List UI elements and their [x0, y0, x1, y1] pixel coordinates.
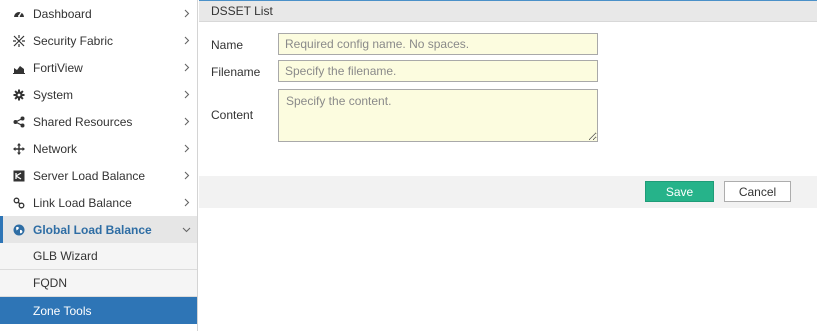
sidebar-item-label: System	[33, 87, 74, 102]
sidebar-item-label: Shared Resources	[33, 114, 133, 129]
form-footer: Save Cancel	[199, 176, 817, 208]
sidebar-item-global-load-balance[interactable]: Global Load Balance	[0, 216, 197, 243]
sidebar-item-system[interactable]: System	[0, 81, 197, 108]
security-fabric-icon	[12, 34, 25, 47]
fortiview-chart-icon	[12, 61, 25, 74]
arrows-move-icon	[12, 142, 25, 155]
sidebar-item-label: Security Fabric	[33, 33, 114, 48]
sidebar-item-dashboard[interactable]: Dashboard	[0, 0, 197, 27]
cancel-button[interactable]: Cancel	[724, 181, 791, 202]
sidebar-item-label: Server Load Balance	[33, 168, 146, 183]
chevron-right-icon	[182, 90, 191, 99]
sidebar-item-fortiview[interactable]: FortiView	[0, 54, 197, 81]
share-icon	[12, 115, 25, 128]
sidebar-item-label: Link Load Balance	[33, 195, 132, 210]
chevron-right-icon	[182, 9, 191, 18]
sidebar-item-server-load-balance[interactable]: Server Load Balance	[0, 162, 197, 189]
sidebar-item-shared-resources[interactable]: Shared Resources	[0, 108, 197, 135]
page-title: DSSET List	[211, 4, 273, 18]
sidebar-item-security-fabric[interactable]: Security Fabric	[0, 27, 197, 54]
chevron-right-icon	[182, 63, 191, 72]
chevron-right-icon	[182, 117, 191, 126]
server-load-balance-icon	[12, 169, 25, 182]
chevron-right-icon	[182, 36, 191, 45]
sidebar-subitem-label: FQDN	[33, 276, 67, 290]
sidebar-subitem-label: GLB Wizard	[33, 249, 98, 263]
dashboard-icon	[12, 7, 25, 20]
content-textarea[interactable]	[278, 89, 598, 142]
content-label: Content	[211, 108, 254, 122]
name-row: Name	[211, 33, 598, 55]
chevron-right-icon	[182, 171, 191, 180]
link-icon	[12, 196, 25, 209]
sidebar-item-label: Dashboard	[33, 6, 92, 21]
sidebar-subitem-label: Zone Tools	[33, 303, 92, 318]
chevron-down-icon	[182, 225, 191, 234]
sidebar-item-network[interactable]: Network	[0, 135, 197, 162]
name-label: Name	[211, 38, 244, 52]
name-input[interactable]	[278, 33, 598, 55]
sidebar-item-label: Global Load Balance	[33, 222, 152, 237]
gear-icon	[12, 88, 25, 101]
sidebar-subitem-glb-wizard[interactable]: GLB Wizard	[0, 243, 197, 270]
save-button[interactable]: Save	[645, 181, 714, 202]
globe-icon	[12, 223, 25, 236]
panel-header: DSSET List	[199, 0, 817, 22]
chevron-right-icon	[182, 144, 191, 153]
sidebar-item-label: Network	[33, 141, 78, 156]
chevron-right-icon	[182, 198, 191, 207]
sidebar-item-label: FortiView	[33, 60, 83, 75]
filename-label: Filename	[211, 65, 261, 79]
filename-row: Filename	[211, 60, 598, 82]
main-panel: DSSET List Name Filename Content Save Ca…	[199, 0, 817, 331]
sidebar-item-link-load-balance[interactable]: Link Load Balance	[0, 189, 197, 216]
sidebar-subitem-fqdn[interactable]: FQDN	[0, 270, 197, 297]
sidebar: Dashboard Security Fabric FortiView Syst…	[0, 0, 198, 331]
sidebar-subitem-zone-tools[interactable]: Zone Tools	[0, 297, 197, 324]
filename-input[interactable]	[278, 60, 598, 82]
content-row: Content	[211, 89, 598, 142]
